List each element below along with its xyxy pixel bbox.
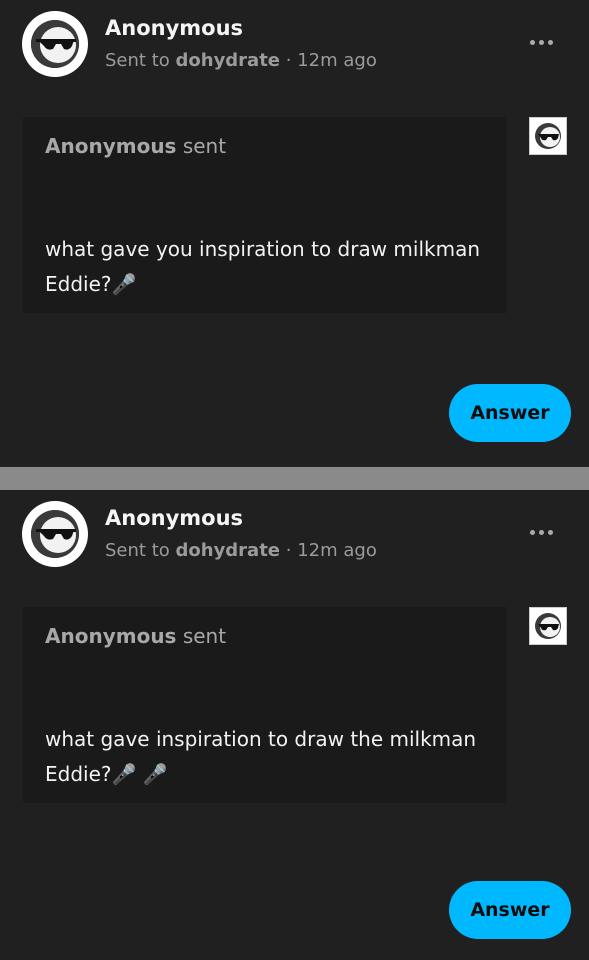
post-meta: Sent to dohydrate · 12m ago <box>105 50 377 71</box>
sunglasses-face-icon <box>31 20 79 68</box>
sent-label: sent <box>182 624 227 648</box>
sender-avatar <box>529 117 567 155</box>
sunglasses-face-icon <box>535 123 561 149</box>
sent-to-label: Sent to <box>105 540 170 561</box>
more-options-icon[interactable] <box>526 522 556 542</box>
timestamp: · 12m ago <box>285 50 377 71</box>
sender-line: Anonymous sent <box>45 624 226 648</box>
sunglasses-face-icon <box>535 613 561 639</box>
timestamp: · 12m ago <box>285 540 377 561</box>
answer-button[interactable]: Answer <box>449 881 571 939</box>
sunglasses-face-icon <box>31 510 79 558</box>
sent-label: sent <box>182 134 227 158</box>
author-name[interactable]: Anonymous <box>105 506 243 530</box>
question-text: what gave you inspiration to draw milkma… <box>45 237 481 296</box>
avatar[interactable] <box>22 501 88 567</box>
sender-line: Anonymous sent <box>45 134 226 158</box>
question-bubble: Anonymous sent what gave you inspiration… <box>23 117 507 313</box>
ask-post: Anonymous Sent to dohydrate · 12m ago An… <box>0 490 589 960</box>
recipient-link[interactable]: dohydrate <box>176 540 281 561</box>
sender-name: Anonymous <box>45 624 177 648</box>
ask-post: Anonymous Sent to dohydrate · 12m ago An… <box>0 0 589 467</box>
sender-name: Anonymous <box>45 134 177 158</box>
sent-to-label: Sent to <box>105 50 170 71</box>
recipient-link[interactable]: dohydrate <box>176 50 281 71</box>
sender-avatar <box>529 607 567 645</box>
question-bubble: Anonymous sent what gave inspiration to … <box>23 607 507 803</box>
answer-button[interactable]: Answer <box>449 384 571 442</box>
post-meta: Sent to dohydrate · 12m ago <box>105 540 377 561</box>
author-name[interactable]: Anonymous <box>105 16 243 40</box>
question-text: what gave inspiration to draw the milkma… <box>45 727 477 786</box>
avatar[interactable] <box>22 11 88 77</box>
more-options-icon[interactable] <box>526 32 556 52</box>
